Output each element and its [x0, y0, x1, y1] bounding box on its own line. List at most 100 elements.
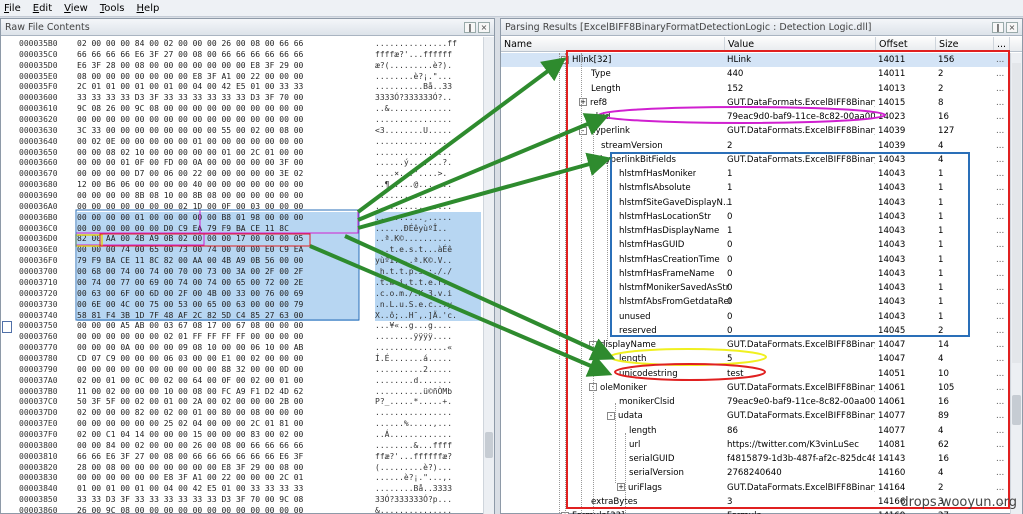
hex-row[interactable]: 00003640 00 02 0E 00 00 00 00 00 01 00 00…	[1, 136, 484, 148]
hex-row[interactable]: 000036A0 00 00 00 00 00 00 00 02 1D 00 0F…	[1, 201, 484, 213]
tree-row[interactable]: - Hlink[32] HLink 14011 156...	[501, 53, 1010, 68]
hex-ascii[interactable]: ......%.....,...	[375, 418, 481, 430]
hex-bytes[interactable]: 00 00 00 00 D7 00 06 00 22 00 00 00 00 0…	[77, 168, 359, 180]
hex-row[interactable]: 00003760 00 00 00 00 00 00 02 01 FF FF FF…	[1, 331, 484, 343]
hex-row[interactable]: 00003720 00 63 00 6F 00 6D 00 2F 00 4B 00…	[1, 287, 484, 300]
hex-row[interactable]: 00003620 00 00 00 00 00 00 00 00 00 00 00…	[1, 114, 484, 126]
hex-ascii[interactable]: ..ª.K©..........	[375, 233, 481, 245]
tree-row-more[interactable]: ...	[996, 238, 1008, 252]
tree-row-more[interactable]: ...	[996, 110, 1008, 124]
tree-row[interactable]: hlstmfIsAbsolute 1 14043 1...	[501, 181, 1010, 195]
hex-ascii[interactable]: ........è?¡."...	[375, 71, 481, 83]
tree-row-more[interactable]: ...	[996, 67, 1008, 81]
hex-bytes[interactable]: 00 6E 00 4C 00 75 00 53 00 65 00 63 00 0…	[77, 298, 359, 311]
pin-icon[interactable]: ❙	[992, 21, 1004, 33]
tree-row[interactable]: hlstmfHasGUID 0 14043 1...	[501, 238, 1010, 252]
hex-bytes[interactable]: CD 07 C9 00 00 00 06 03 00 00 E1 00 02 0…	[77, 353, 359, 365]
hex-row[interactable]: 000035E0 08 00 00 00 00 00 00 00 E8 3F A1…	[1, 71, 484, 83]
tree-row-more[interactable]: ...	[996, 338, 1008, 352]
hex-ascii[interactable]: ................	[375, 114, 481, 126]
hex-row[interactable]: 000036B0 00 00 00 00 01 00 00 00 00 00 B8…	[1, 211, 484, 224]
hex-bytes[interactable]: 00 00 00 00 01 00 00 00 00 00 B8 01 98 0…	[77, 211, 359, 224]
hex-bytes[interactable]: 02 00 00 00 82 00 02 00 01 00 80 00 08 0…	[77, 407, 359, 419]
hex-row[interactable]: 00003690 00 00 00 00 8B 08 10 00 8B 08 00…	[1, 190, 484, 202]
tree-row[interactable]: clsid 79eac9d0-baf9-11ce-8c82-00aa004b...…	[501, 110, 1010, 124]
results-tree[interactable]: - Hlink[32] HLink 14011 156... Type 440 14011 2.…	[501, 53, 1010, 514]
collapse-icon[interactable]: -	[607, 411, 615, 420]
hex-row[interactable]: 00003600 33 33 33 33 D3 3F 33 33 33 33 33…	[1, 92, 484, 104]
tree-row-more[interactable]: ...	[996, 96, 1008, 110]
tree-row-more[interactable]: ...	[996, 295, 1008, 309]
hex-bytes[interactable]: 02 00 C1 04 14 00 00 00 15 00 00 00 83 0…	[77, 429, 359, 441]
tree-row-more[interactable]: ...	[996, 210, 1008, 224]
tree-row-more[interactable]: ...	[996, 196, 1008, 210]
hex-row[interactable]: 000036E0 00 00 00 74 00 65 00 73 00 74 00…	[1, 244, 484, 256]
tree-row[interactable]: hlstmfHasFrameName 0 14043 1...	[501, 267, 1010, 281]
tree-row-more[interactable]: ...	[996, 466, 1008, 480]
hex-row[interactable]: 000037E0 00 00 00 00 00 00 25 02 04 00 00…	[1, 418, 484, 430]
column-name[interactable]: Name	[501, 37, 725, 52]
tree-row[interactable]: hlstmfHasCreationTime 0 14043 1...	[501, 253, 1010, 267]
hex-row[interactable]: 00003780 CD 07 C9 00 00 00 06 03 00 00 E1…	[1, 353, 484, 365]
hex-ascii[interactable]: ffæ?'...ffffffæ?	[375, 451, 481, 463]
hex-bytes[interactable]: 00 00 00 00 00 00 E8 3F A1 00 22 00 00 0…	[77, 472, 359, 484]
tree-row[interactable]: - hyperlinkBitFields GUT.DataFormats.Excel…	[501, 153, 1010, 167]
tree-row-more[interactable]: ...	[996, 409, 1008, 423]
menu-view[interactable]: View	[64, 3, 88, 14]
tree-row[interactable]: url https://twitter.com/K3vinLuSec 14081 62…	[501, 438, 1010, 452]
menu-edit[interactable]: Edit	[33, 3, 52, 14]
hex-row[interactable]: 00003650 00 00 08 02 10 00 00 00 00 00 01…	[1, 147, 484, 159]
hex-bytes[interactable]: 00 74 00 77 00 69 00 74 00 74 00 65 00 7…	[77, 276, 359, 289]
hex-ascii[interactable]: ...............«	[375, 342, 481, 354]
tree-row-more[interactable]: ...	[996, 53, 1008, 67]
tree-row[interactable]: hlstmfSiteGaveDisplayN... 1 14043 1...	[501, 196, 1010, 210]
hex-row[interactable]: 000036F0 79 F9 BA CE 11 8C 82 00 AA 00 4B…	[1, 255, 484, 267]
tree-row-more[interactable]: ...	[996, 481, 1008, 495]
tree-row-more[interactable]: ...	[996, 267, 1008, 281]
hex-bytes[interactable]: 00 00 00 00 00 00 00 00 00 00 88 32 00 0…	[77, 364, 359, 376]
expand-icon[interactable]: +	[617, 483, 625, 491]
tree-row-more[interactable]: ...	[996, 82, 1008, 96]
hex-ascii[interactable]: ................	[375, 201, 481, 213]
column-size[interactable]: Size	[936, 37, 994, 52]
hex-ascii[interactable]: P?_.....*.....+.	[375, 396, 481, 408]
hex-bytes[interactable]: 02 00 00 00 84 00 02 00 00 00 26 00 08 0…	[77, 38, 359, 50]
hex-row[interactable]: 00003700 00 68 00 74 00 74 00 70 00 73 00…	[1, 266, 484, 278]
tree-row[interactable]: unicodestring test 14051 10...	[501, 367, 1010, 381]
hex-view[interactable]: 000035B0 02 00 00 00 84 00 02 00 00 00 26…	[1, 37, 484, 514]
column-value[interactable]: Value	[725, 37, 876, 52]
hex-ascii[interactable]: ......ÐÉêyùºÎ..	[375, 222, 481, 235]
scroll-thumb[interactable]	[485, 432, 493, 458]
hex-row[interactable]: 00003670 00 00 00 00 D7 00 06 00 22 00 00…	[1, 168, 484, 180]
tree-row[interactable]: hlstmfAbsFromGetdataRel 0 14043 1...	[501, 295, 1010, 309]
tree-row-more[interactable]: ...	[996, 395, 1008, 409]
scroll-thumb[interactable]	[1012, 395, 1021, 425]
hex-ascii[interactable]: ................	[375, 407, 481, 419]
tree-row[interactable]: serialGUID f4815879-1d3b-487f-af2c-825dc4…	[501, 452, 1010, 466]
hex-ascii[interactable]: ........Bå..3333	[375, 483, 481, 495]
hex-ascii[interactable]: ..........2.....	[375, 364, 481, 376]
tree-row[interactable]: hlstmfHasLocationStr 0 14043 1...	[501, 210, 1010, 224]
tree-row-more[interactable]: ...	[996, 281, 1008, 295]
tree-row-more[interactable]: ...	[996, 424, 1008, 438]
hex-row[interactable]: 000037C0 50 3F 5F 00 02 00 01 00 2A 00 02…	[1, 396, 484, 408]
hex-row[interactable]: 000035F0 2C 01 01 00 01 00 01 00 04 00 42…	[1, 81, 484, 93]
tree-row[interactable]: + uriFlags GUT.DataFormats.ExcelBIFF8Binar…	[501, 481, 1010, 495]
hex-ascii[interactable]: ..Á.............	[375, 429, 481, 441]
hex-bytes[interactable]: 66 66 66 66 E6 3F 27 00 08 00 66 66 66 6…	[77, 49, 359, 61]
tree-row[interactable]: hlstmfMonikerSavedAsStr 0 14043 1...	[501, 281, 1010, 295]
hex-ascii[interactable]: &...............	[375, 505, 481, 514]
hex-ascii[interactable]: .n.L.u.S.e.c...y	[375, 298, 481, 311]
tree-row[interactable]: hlstmfHasMoniker 1 14043 1...	[501, 167, 1010, 181]
hex-bytes[interactable]: 66 66 E6 3F 27 00 08 00 66 66 66 66 66 6…	[77, 451, 359, 463]
hex-ascii[interactable]: ........&...ffff	[375, 440, 481, 452]
tree-row[interactable]: unused 0 14043 1...	[501, 310, 1010, 324]
hex-ascii[interactable]: .c.o.m./.K.3.v.i	[375, 287, 481, 300]
tree-row[interactable]: serialVersion 2768240640 14160 4...	[501, 466, 1010, 480]
hex-row[interactable]: 00003810 66 66 E6 3F 27 00 08 00 66 66 66…	[1, 451, 484, 463]
tree-row[interactable]: length 86 14077 4...	[501, 424, 1010, 438]
hex-row[interactable]: 000036D0 82 00 AA 00 4B A9 0B 02 00 00 00…	[1, 233, 484, 245]
hex-bytes[interactable]: 33 33 33 33 D3 3F 33 33 33 33 33 33 D3 3…	[77, 92, 359, 104]
hex-bytes[interactable]: 00 00 00 00 00 00 00 00 00 00 00 00 00 0…	[77, 114, 359, 126]
hex-row[interactable]: 000037F0 02 00 C1 04 14 00 00 00 15 00 00…	[1, 429, 484, 441]
